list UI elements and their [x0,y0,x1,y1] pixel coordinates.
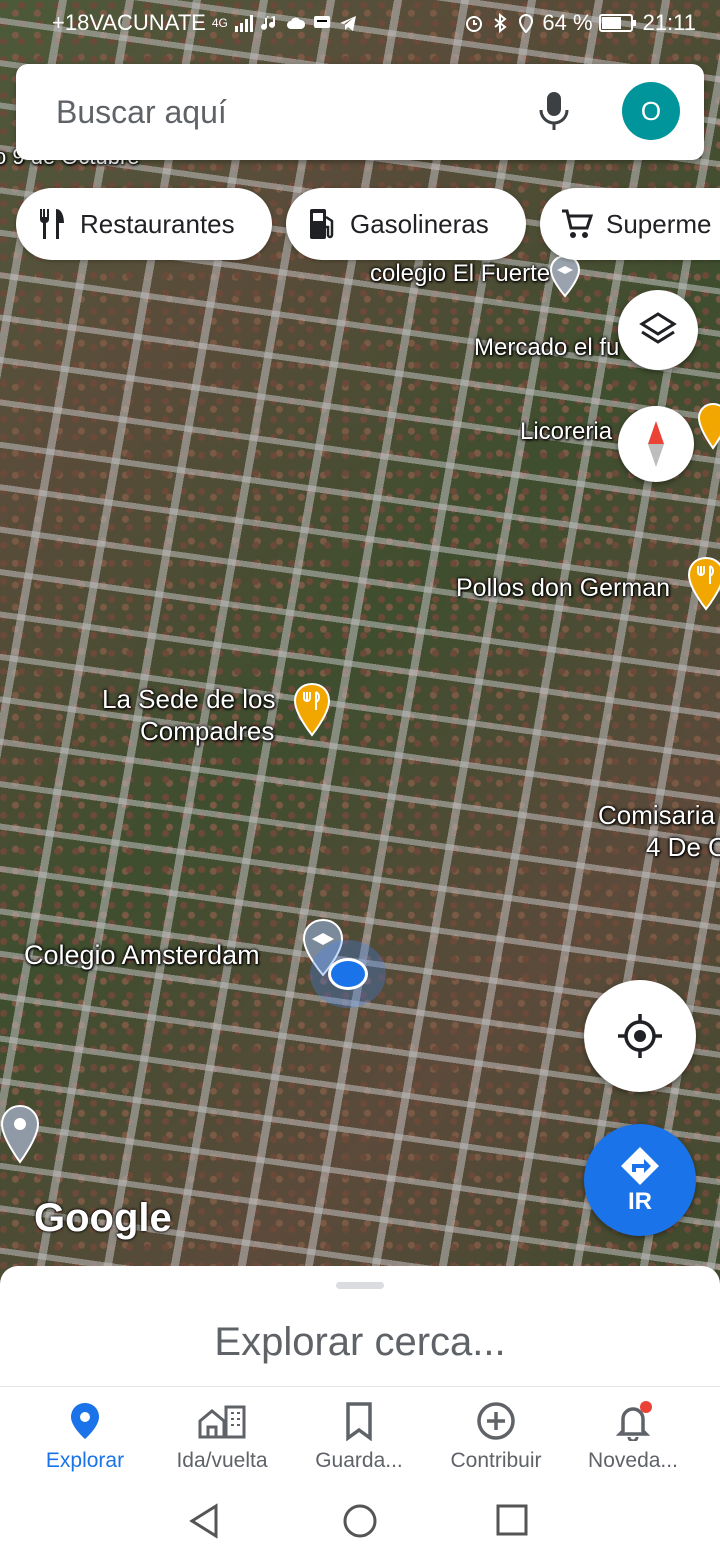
battery-icon [598,14,636,32]
alarm-icon [466,16,483,32]
directions-label: IR [628,1188,652,1215]
telegram-icon [339,16,356,31]
search-input[interactable]: Buscar aquí [56,94,227,131]
bluetooth-icon [494,13,508,33]
bookmark-icon [346,1402,372,1441]
layers-button[interactable] [618,290,698,370]
crosshair-icon [618,1014,662,1058]
message-icon [313,16,330,28]
add-circle-icon [477,1402,515,1440]
nav-label: Ida/vuelta [176,1449,268,1472]
current-location-dot [328,958,368,990]
chip-label: Superme [606,208,712,239]
account-avatar[interactable]: O [622,82,680,140]
microphone-icon[interactable] [536,88,572,136]
system-navigation-bar [0,1478,720,1560]
chip-label: Restaurantes [80,208,235,239]
chip-supermarkets[interactable]: Superme [540,188,720,260]
nav-commute[interactable]: Ida/vuelta [150,1401,294,1473]
cart-icon [562,209,594,238]
commute-icon [198,1405,246,1439]
bar-pin-icon[interactable] [696,402,720,452]
battery-percent: 64 % [542,10,593,35]
cloud-icon [286,17,305,29]
nav-label: Guarda... [315,1449,403,1472]
nav-label: Noveda... [588,1449,678,1472]
search-bar[interactable]: Buscar aquí O [16,64,704,160]
nav-updates[interactable]: Noveda... [561,1401,705,1473]
compass-icon [648,421,664,467]
chip-label: Gasolineras [350,208,489,239]
google-logo: Google [34,1196,172,1240]
location-pin-icon [71,1403,99,1439]
gas-pump-icon [310,209,334,239]
location-pin-icon[interactable] [0,1104,40,1166]
home-icon[interactable] [341,1502,379,1540]
map-label-licoreria[interactable]: Licoreria [520,418,612,446]
nav-label: Contribuir [450,1449,542,1472]
status-carrier-text: +18VACUNATE [52,10,206,35]
map-label-sede-line1[interactable]: La Sede de los [102,684,275,715]
chip-gas-stations[interactable]: Gasolineras [286,188,526,260]
music-icon [260,16,275,30]
recents-icon[interactable] [494,1502,530,1538]
map-label-pollos[interactable]: Pollos don German [456,574,670,603]
map-label-colegio-amsterdam[interactable]: Colegio Amsterdam [24,940,260,971]
fork-knife-icon [39,209,64,239]
nav-contribute[interactable]: Contribuir [424,1401,568,1473]
status-bar: +18VACUNATE 4G 64 % 21:11 [0,0,720,50]
location-icon [519,13,534,33]
restaurant-pin-icon[interactable] [292,682,332,738]
map-label-colegio-el-fuerte[interactable]: colegio El Fuerte [370,260,550,288]
map-label-comisaria-line1[interactable]: Comisaria [598,800,715,831]
layers-icon [639,312,677,344]
nav-explore[interactable]: Explorar [13,1401,157,1473]
map-label-mercado[interactable]: Mercado el fu [474,334,619,362]
school-pin-icon[interactable] [548,254,582,298]
nav-label: Explorar [45,1449,125,1472]
directions-icon [621,1147,659,1185]
my-location-button[interactable] [584,980,696,1092]
nav-saved[interactable]: Guarda... [287,1401,431,1473]
clock: 21:11 [642,10,696,35]
map-label-comisaria-line2[interactable]: 4 De O [646,832,720,863]
directions-button[interactable]: IR [584,1124,696,1236]
map-label-sede-line2[interactable]: Compadres [140,716,274,747]
compass-button[interactable] [618,406,694,482]
explore-sheet[interactable]: Explorar cerca... [0,1266,720,1386]
bell-icon [615,1401,652,1441]
sheet-drag-handle[interactable] [336,1282,384,1289]
back-icon[interactable] [186,1502,224,1540]
signal-icon [234,15,253,32]
restaurant-pin-icon[interactable] [686,556,720,612]
explore-nearby-title[interactable]: Explorar cerca... [0,1320,720,1365]
network-type: 4G [211,16,228,30]
chip-restaurants[interactable]: Restaurantes [16,188,272,260]
bottom-navigation: Explorar Ida/vuelta Guarda... Contribuir… [0,1386,720,1479]
